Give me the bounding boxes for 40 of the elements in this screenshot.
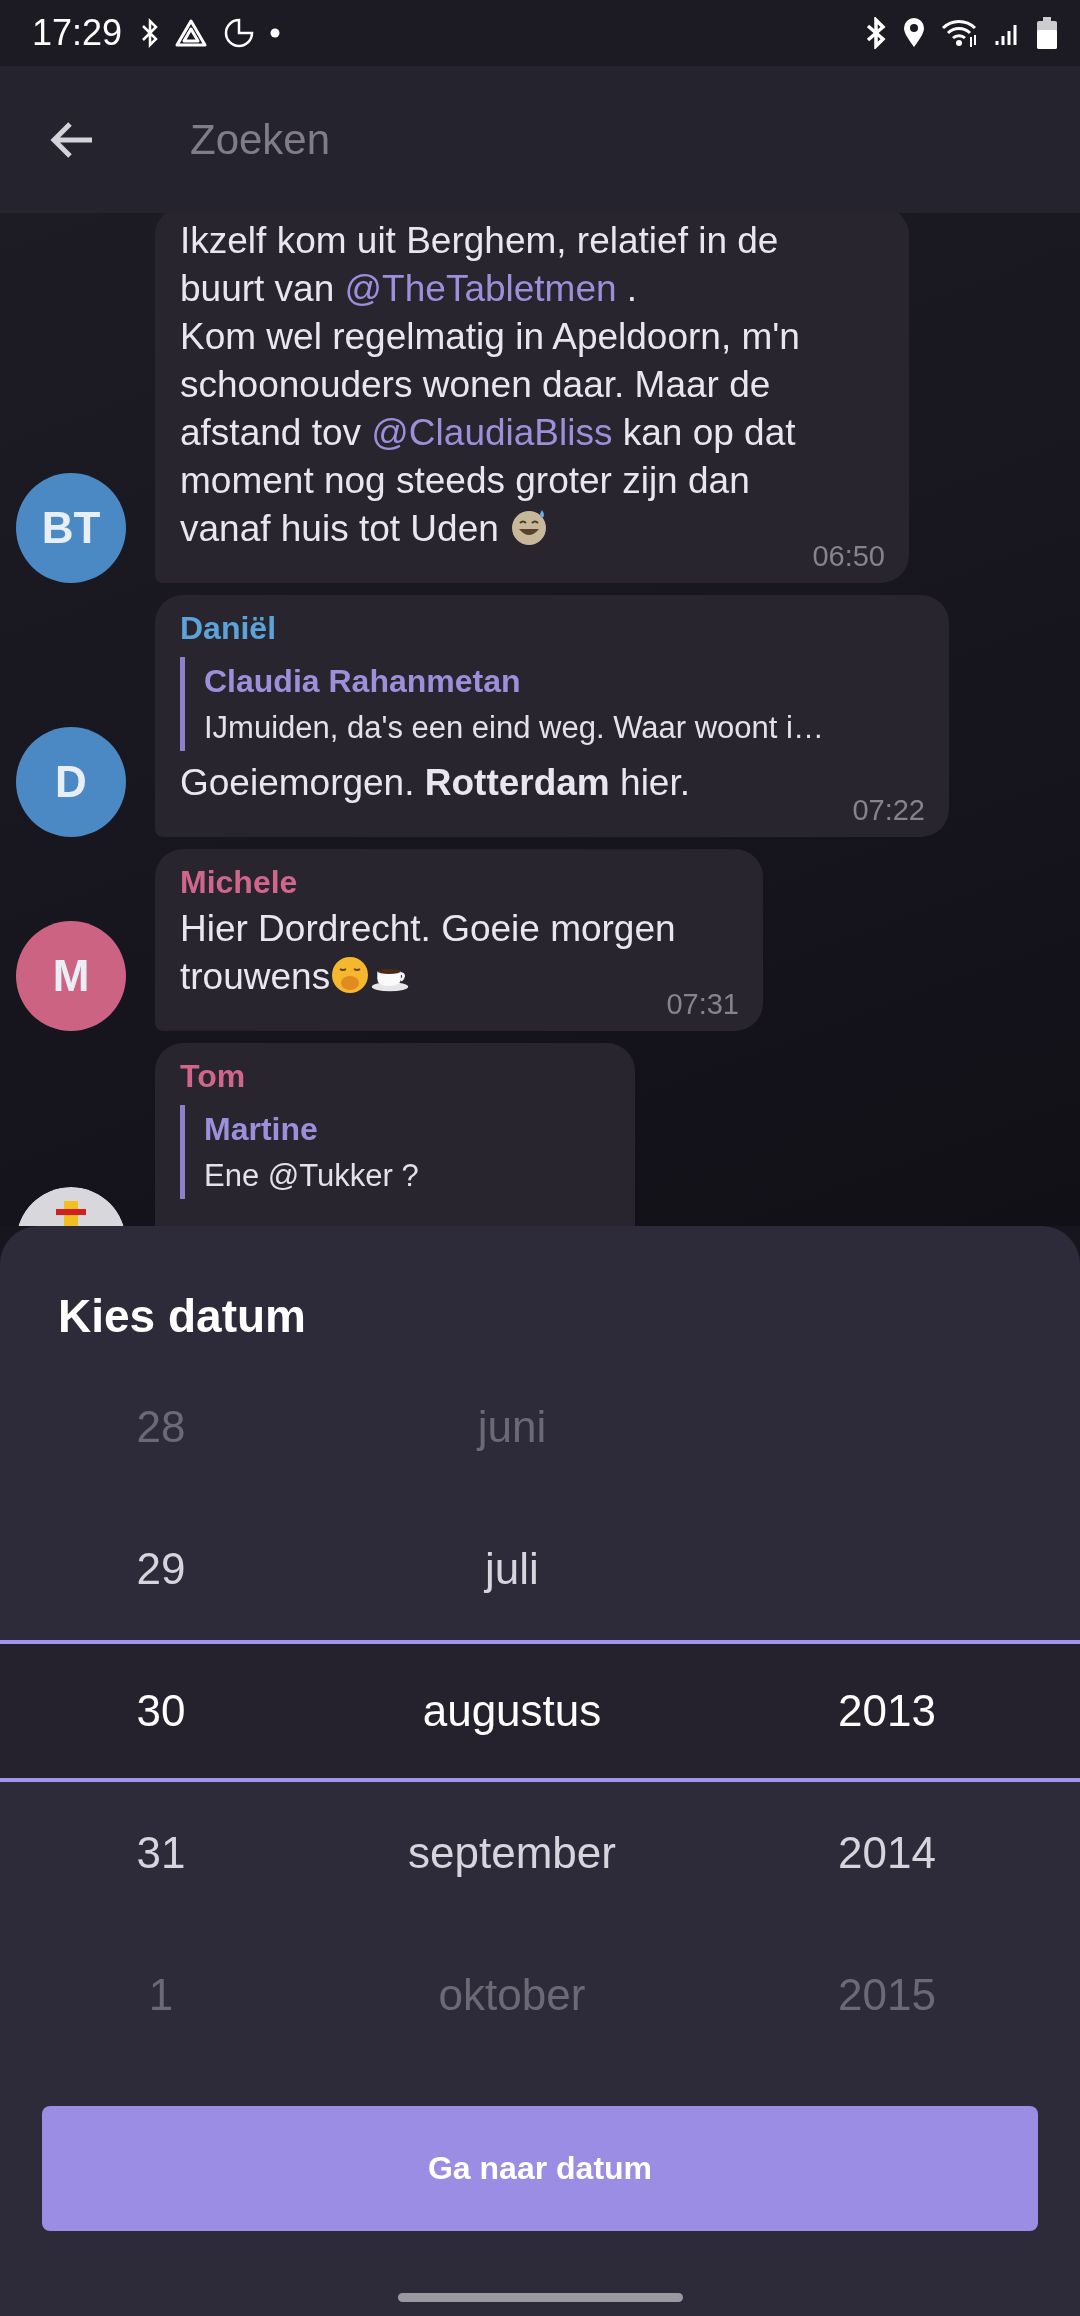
bluetooth-icon: [864, 17, 888, 49]
year-option[interactable]: 2013: [838, 1686, 936, 1736]
message-text: Ikzelf kom uit Berghem, relatief in de buurt van @TheTabletmen .: [180, 219, 780, 311]
reply-quote[interactable]: Claudia Rahanmetan IJmuiden, da's een eind weg. Waar woont i…: [180, 657, 925, 751]
triangle-icon: [174, 18, 209, 48]
sender-name[interactable]: Tom: [180, 1053, 246, 1099]
mention-link[interactable]: @TheTabletmen: [344, 268, 617, 309]
message-text: Kom wel regelmatig in Apeldoorn, m'n schoonouders wonen daar. Maar de afstand tov @ClaudiaBliss kan op dat moment nog steeds groter zijn dan vanaf huis tot Uden: [180, 315, 801, 551]
avatar[interactable]: BT: [16, 473, 126, 583]
avatar[interactable]: M: [16, 921, 126, 1031]
location-icon: [902, 17, 926, 49]
go-to-date-button[interactable]: Ga naar datum: [42, 2106, 1038, 2231]
day-option[interactable]: 31: [0, 1828, 322, 1878]
status-time: 17:29: [32, 12, 123, 54]
sender-name[interactable]: Michele: [180, 859, 298, 905]
reply-author: Claudia Rahanmetan: [204, 662, 522, 701]
avatar[interactable]: D: [16, 727, 126, 837]
mention-link[interactable]: @ClaudiaBliss: [371, 412, 613, 453]
navigation-handle[interactable]: [397, 2293, 683, 2302]
message-text: Goeiemorgen. Rotterdam hier.: [180, 761, 691, 805]
search-bar[interactable]: Zoeken: [0, 66, 1080, 213]
sender-name[interactable]: Daniël: [180, 605, 277, 651]
message-time: 07:22: [851, 793, 925, 827]
day-option[interactable]: 30: [0, 1686, 322, 1736]
message-time: 06:50: [811, 539, 885, 573]
sheet-title: Kies datum: [58, 1289, 306, 1344]
battery-icon: [1036, 16, 1058, 50]
reply-quote[interactable]: Martine Ene @Tukker ?: [180, 1105, 611, 1199]
month-option[interactable]: juli: [322, 1544, 702, 1594]
search-field[interactable]: Zoeken: [190, 109, 890, 170]
month-option[interactable]: augustus: [322, 1686, 702, 1736]
year-option[interactable]: 2014: [838, 1828, 936, 1878]
dot-icon: [270, 28, 281, 38]
day-option[interactable]: 29: [0, 1544, 322, 1594]
reply-text: IJmuiden, da's een eind weg. Waar woont i…: [204, 709, 825, 747]
yawning-face-icon: [330, 955, 371, 995]
reply-text: Ene @Tukker ?: [204, 1157, 420, 1195]
reply-author: Martine: [204, 1110, 319, 1149]
month-option[interactable]: september: [322, 1828, 702, 1878]
back-arrow-icon[interactable]: [50, 119, 94, 160]
